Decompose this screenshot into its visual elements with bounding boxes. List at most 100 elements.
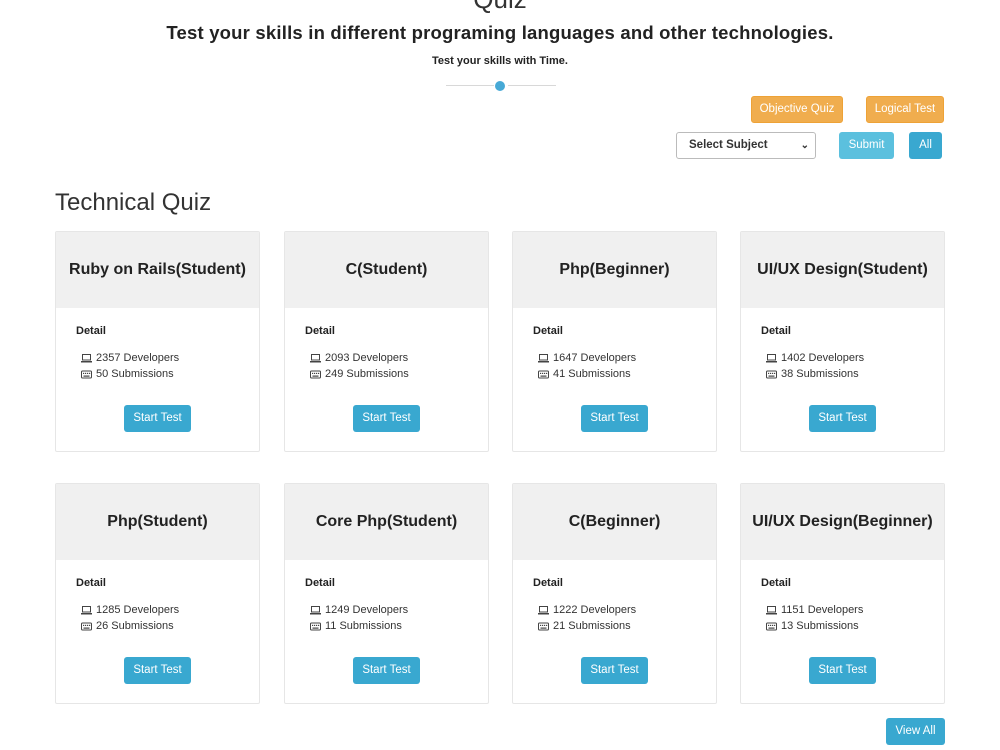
subject-select[interactable]: Select Subject ⌄ (676, 132, 816, 159)
quiz-card: Core Php(Student) Detail 1249 Developers 11… (284, 483, 489, 704)
submissions-stat: 38 Submissions (766, 368, 859, 380)
quiz-card: UI/UX Design(Student) Detail 1402 Develope… (740, 231, 945, 452)
developers-count: 1249 Developers (325, 604, 409, 616)
submissions-count: 11 Submissions (325, 620, 402, 632)
laptop-icon (81, 605, 92, 615)
developers-count: 1222 Developers (553, 604, 637, 616)
submissions-count: 38 Submissions (781, 368, 859, 380)
quiz-card-body: Detail 1647 Developers 41 Submissions Start… (513, 308, 716, 452)
submissions-stat: 21 Submissions (538, 620, 631, 632)
page-tagline: Test your skills with Time. (432, 55, 568, 67)
submissions-stat: 13 Submissions (766, 620, 859, 632)
developers-stat: 2093 Developers (310, 352, 408, 364)
detail-label: Detail (305, 325, 335, 337)
keyboard-icon (81, 370, 92, 379)
start-test-button[interactable]: Start Test (809, 405, 876, 432)
quiz-card: Php(Student) Detail 1285 Developers 26 Subm… (55, 483, 260, 704)
objective-quiz-button[interactable]: Objective Quiz (751, 96, 843, 123)
quiz-card-body: Detail 1402 Developers 38 Submissions Start… (741, 308, 944, 452)
view-all-button[interactable]: View All (886, 718, 945, 745)
submissions-count: 26 Submissions (96, 620, 174, 632)
submissions-stat: 50 Submissions (81, 368, 174, 380)
divider-line-left (446, 85, 494, 86)
section-title: Technical Quiz (55, 189, 212, 216)
quiz-card-title: UI/UX Design(Beginner) (741, 484, 944, 560)
detail-label: Detail (761, 325, 791, 337)
submissions-stat: 41 Submissions (538, 368, 631, 380)
quiz-card-title: Php(Beginner) (513, 232, 716, 308)
laptop-icon (766, 353, 777, 363)
keyboard-icon (538, 370, 549, 379)
developers-stat: 1249 Developers (310, 604, 408, 616)
quiz-card-title: Php(Student) (56, 484, 259, 560)
quiz-card-body: Detail 1222 Developers 21 Submissions Start… (513, 560, 716, 704)
quiz-card-title: UI/UX Design(Student) (741, 232, 944, 308)
laptop-icon (538, 605, 549, 615)
detail-label: Detail (305, 577, 335, 589)
keyboard-icon (81, 622, 92, 631)
page-subtitle: Test your skills in different programing… (166, 22, 834, 43)
detail-label: Detail (761, 577, 791, 589)
start-test-button[interactable]: Start Test (124, 405, 191, 432)
laptop-icon (766, 605, 777, 615)
keyboard-icon (310, 622, 321, 631)
submissions-stat: 11 Submissions (310, 620, 402, 632)
submissions-stat: 26 Submissions (81, 620, 174, 632)
quiz-card: Ruby on Rails(Student) Detail 2357 Develop… (55, 231, 260, 452)
start-test-button[interactable]: Start Test (353, 405, 420, 432)
developers-count: 1151 Developers (781, 604, 864, 616)
submissions-count: 13 Submissions (781, 620, 859, 632)
quiz-card: C(Student) Detail 2093 Developers 249 Submi… (284, 231, 489, 452)
all-button[interactable]: All (909, 132, 942, 159)
submissions-count: 41 Submissions (553, 368, 631, 380)
submit-button[interactable]: Submit (839, 132, 894, 159)
laptop-icon (310, 605, 321, 615)
developers-stat: 1402 Developers (766, 352, 864, 364)
detail-label: Detail (76, 577, 106, 589)
logical-test-button[interactable]: Logical Test (866, 96, 944, 123)
submissions-count: 50 Submissions (96, 368, 174, 380)
quiz-card-title: C(Beginner) (513, 484, 716, 560)
keyboard-icon (766, 622, 777, 631)
submissions-count: 249 Submissions (325, 368, 409, 380)
developers-count: 2357 Developers (96, 352, 180, 364)
subject-select-value: Select Subject (689, 139, 768, 151)
start-test-button[interactable]: Start Test (581, 405, 648, 432)
detail-label: Detail (533, 577, 563, 589)
divider-dot (495, 81, 505, 91)
developers-count: 1402 Developers (781, 352, 865, 364)
keyboard-icon (766, 370, 777, 379)
start-test-button[interactable]: Start Test (581, 657, 648, 684)
title-divider (446, 81, 556, 91)
submissions-stat: 249 Submissions (310, 368, 409, 380)
start-test-button[interactable]: Start Test (353, 657, 420, 684)
start-test-button[interactable]: Start Test (809, 657, 876, 684)
developers-stat: 1647 Developers (538, 352, 636, 364)
start-test-button[interactable]: Start Test (124, 657, 191, 684)
quiz-card-title: Core Php(Student) (285, 484, 488, 560)
keyboard-icon (310, 370, 321, 379)
quiz-page: Quiz Test your skills in different progr… (0, 0, 1000, 750)
detail-label: Detail (76, 325, 106, 337)
quiz-card-body: Detail 2357 Developers 50 Submissions Start… (56, 308, 259, 452)
developers-stat: 1222 Developers (538, 604, 636, 616)
laptop-icon (538, 353, 549, 363)
quiz-card-title: Ruby on Rails(Student) (56, 232, 259, 308)
detail-label: Detail (533, 325, 563, 337)
divider-line-right (508, 85, 556, 86)
developers-count: 2093 Developers (325, 352, 409, 364)
quiz-card: Php(Beginner) Detail 1647 Developers 41 Sub… (512, 231, 717, 452)
laptop-icon (310, 353, 321, 363)
quiz-card-body: Detail 1151 Developers 13 Submissions Start… (741, 560, 944, 704)
developers-stat: 2357 Developers (81, 352, 179, 364)
laptop-icon (81, 353, 92, 363)
chevron-down-icon: ⌄ (800, 140, 809, 151)
developers-stat: 1151 Developers (766, 604, 863, 616)
developers-count: 1647 Developers (553, 352, 637, 364)
quiz-card-title: C(Student) (285, 232, 488, 308)
quiz-card-body: Detail 1285 Developers 26 Submissions Start… (56, 560, 259, 704)
developers-count: 1285 Developers (96, 604, 180, 616)
quiz-card-body: Detail 2093 Developers 249 Submissions Star… (285, 308, 488, 452)
page-title: Quiz (0, 0, 1000, 15)
submissions-count: 21 Submissions (553, 620, 631, 632)
